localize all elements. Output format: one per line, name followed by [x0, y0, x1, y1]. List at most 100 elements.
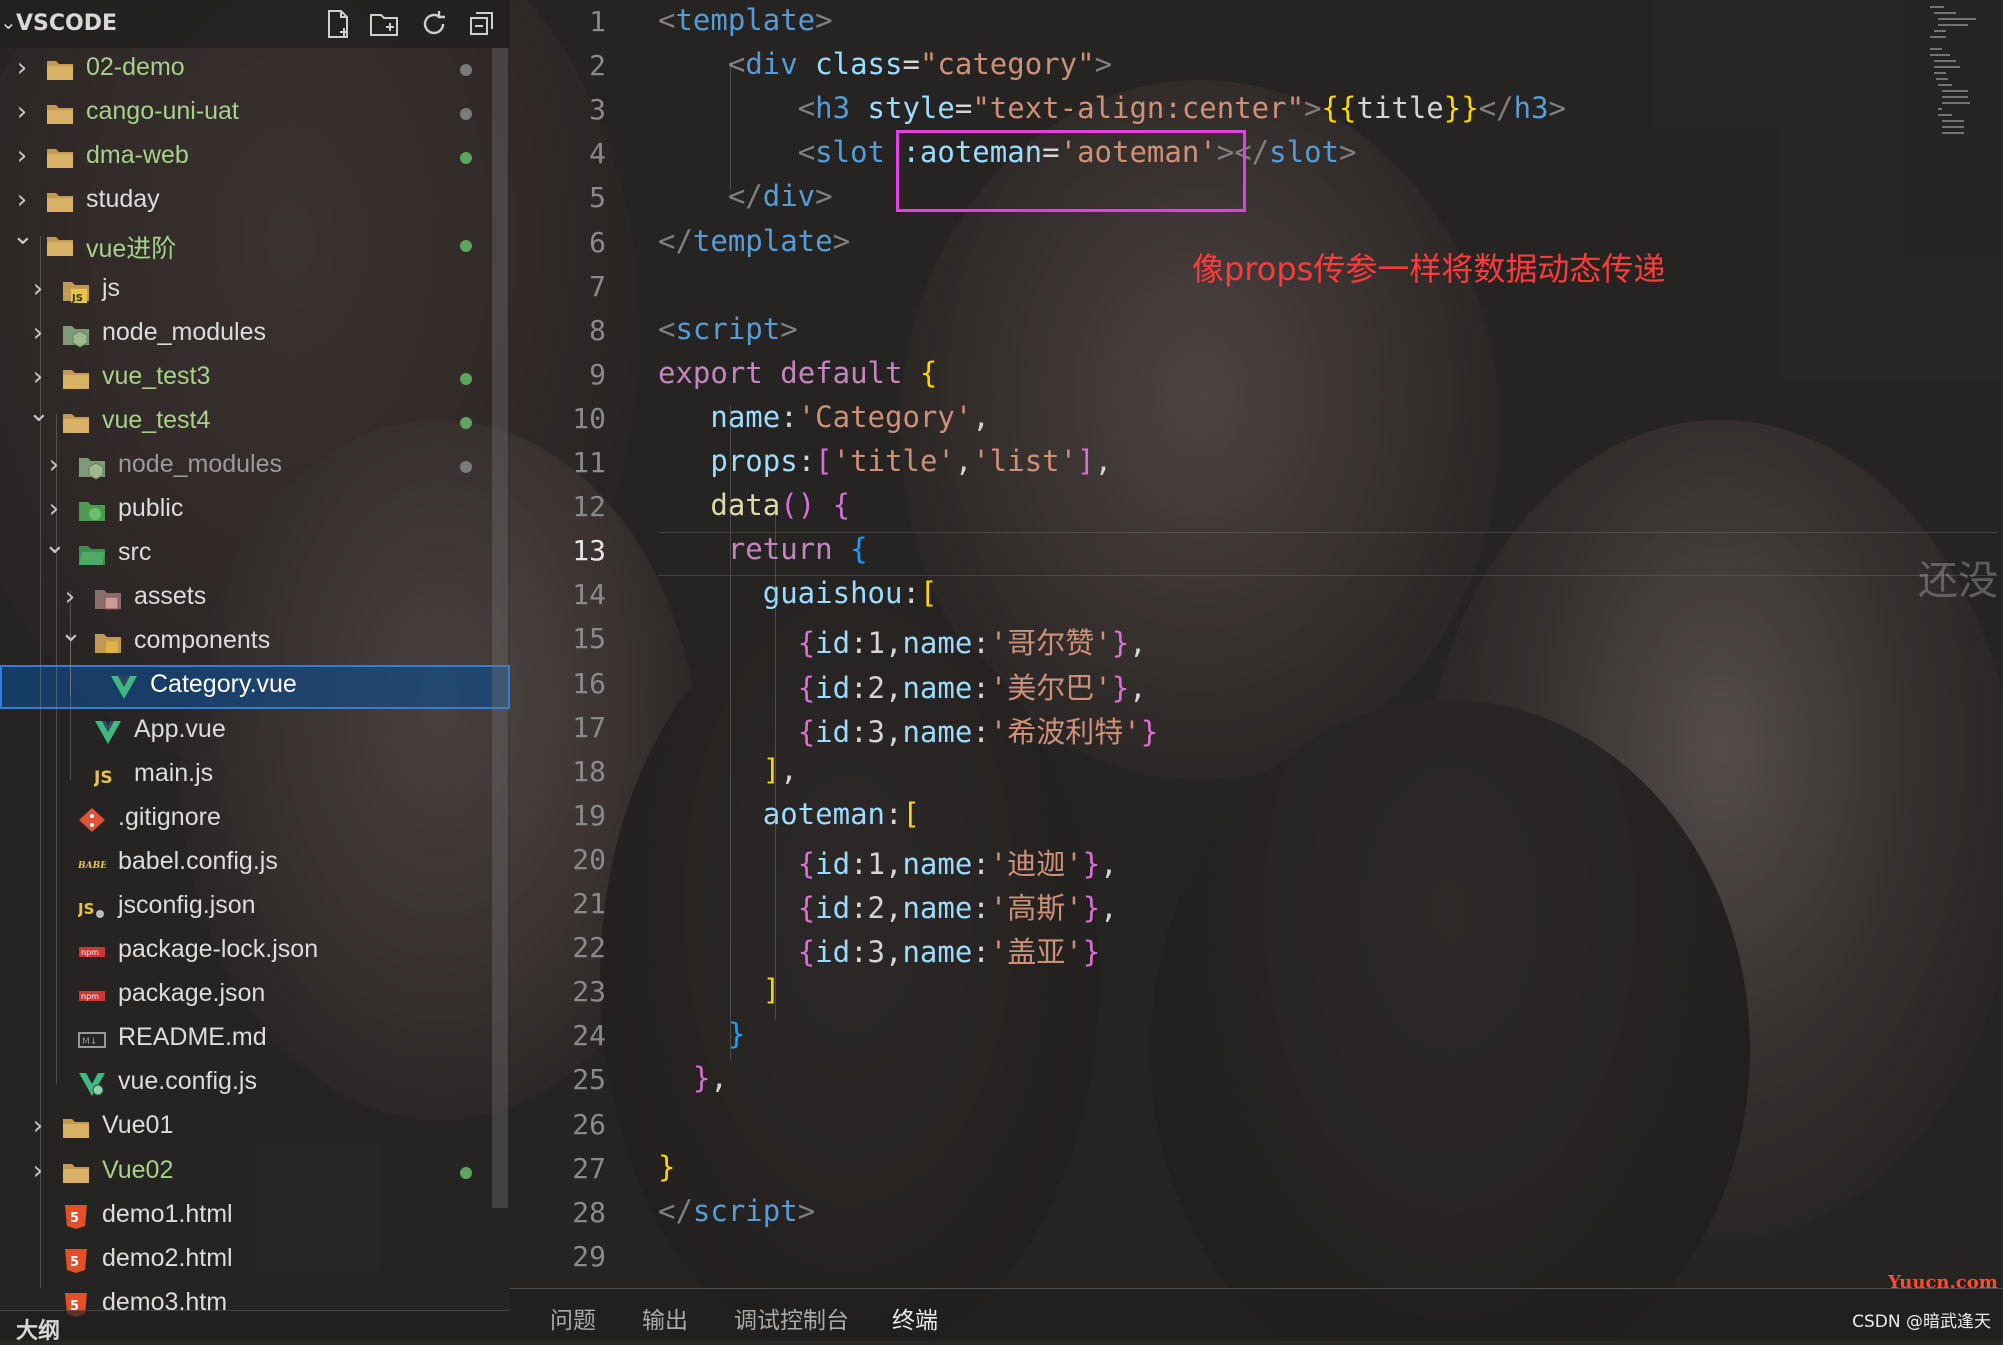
code-line[interactable]: <script> — [658, 312, 798, 346]
outline-section-header[interactable]: 大纲 — [0, 1310, 510, 1343]
tree-item[interactable]: ⌄ components — [0, 619, 510, 665]
chevron-right-icon[interactable]: › — [12, 54, 32, 82]
code-line[interactable]: ], — [658, 753, 798, 787]
tree-item[interactable]: JS jsconfig.json — [0, 886, 510, 930]
code-line[interactable]: name:'Category', — [658, 400, 989, 434]
code-line[interactable]: {id:3,name:'盖亚'} — [658, 929, 1100, 971]
tree-item[interactable]: › dma-web — [0, 136, 510, 180]
collapse-all-icon[interactable] — [466, 8, 498, 40]
code-line[interactable]: props:['title','list'], — [658, 444, 1112, 478]
tree-item[interactable]: › cango-uni-uat — [0, 92, 510, 136]
tree-item[interactable]: JS main.js — [0, 754, 510, 798]
code-line[interactable]: </template> — [658, 224, 850, 258]
tree-item-label: src — [118, 538, 152, 567]
code-token: , — [1129, 626, 1147, 661]
chevron-right-icon[interactable]: › — [28, 363, 48, 391]
chevron-right-icon[interactable]: › — [12, 98, 32, 126]
tree-item[interactable]: 5 demo1.html — [0, 1195, 510, 1239]
tree-item[interactable]: ⌄ vue_test4 — [0, 399, 510, 445]
code-line[interactable]: </div> — [658, 179, 833, 213]
tree-item[interactable]: › Vue02 — [0, 1151, 510, 1195]
code-token: data — [710, 488, 781, 523]
code-line[interactable]: data() { — [658, 488, 850, 522]
tab-output[interactable]: 输出 — [642, 1301, 688, 1335]
new-file-icon[interactable] — [322, 8, 354, 40]
tree-item[interactable]: › studay — [0, 180, 510, 224]
chevron-down-icon[interactable]: ⌄ — [28, 399, 50, 427]
tab-terminal[interactable]: 终端 — [892, 1301, 938, 1335]
chevron-down-icon[interactable]: ⌄ — [12, 222, 34, 250]
code-token: { — [919, 355, 938, 390]
tree-item-label: Category.vue — [150, 670, 297, 699]
code-token: :2, — [850, 891, 903, 925]
minimap[interactable] — [1930, 0, 2000, 150]
code-token: name — [902, 935, 973, 970]
refresh-icon[interactable] — [418, 8, 450, 40]
chevron-right-icon[interactable]: › — [28, 1112, 48, 1140]
chevron-right-icon[interactable]: › — [28, 319, 48, 347]
code-line[interactable]: } — [658, 1017, 745, 1051]
tree-item[interactable]: › node_modules — [0, 313, 510, 357]
code-line[interactable]: <h3 style="text-align:center">{{title}}<… — [658, 91, 1566, 125]
tree-item[interactable]: npm package-lock.json — [0, 930, 510, 974]
tree-item[interactable]: .gitignore — [0, 798, 510, 842]
code-line[interactable]: ] — [658, 973, 780, 1007]
code-line[interactable]: {id:1,name:'哥尔赞'}, — [658, 620, 1147, 662]
code-line[interactable]: </script> — [658, 1194, 815, 1228]
chevron-right-icon[interactable]: › — [44, 495, 64, 523]
chevron-right-icon[interactable]: › — [12, 186, 32, 214]
code-token: :3, — [850, 714, 903, 749]
tree-item[interactable]: ⌄ src — [0, 531, 510, 577]
tree-item[interactable]: › vue_test3 — [0, 357, 510, 401]
code-line[interactable]: {id:3,name:'希波利特'} — [658, 709, 1158, 751]
tree-item[interactable]: vue.config.js — [0, 1062, 510, 1106]
tab-debug-console[interactable]: 调试控制台 — [734, 1301, 849, 1335]
sidebar-scrollbar[interactable] — [492, 48, 508, 1208]
tree-item[interactable]: BABEL babel.config.js — [0, 842, 510, 886]
code-line[interactable]: aoteman:[ — [658, 797, 920, 831]
code-token: : — [884, 796, 903, 831]
git-status-dot — [460, 108, 472, 121]
code-editor[interactable]: 1 2 3 4 5 6 7 8 9 10 11 12 13 14 15 16 17 18 19 20 21 22 23 24 2… — [510, 0, 2003, 1288]
code-token: :1, — [850, 846, 903, 881]
chevron-right-icon[interactable]: › — [12, 142, 32, 170]
git-status-dot — [460, 1166, 472, 1179]
tree-item[interactable]: App.vue — [0, 710, 510, 754]
code-line[interactable]: }, — [658, 1061, 728, 1095]
code-line[interactable]: {id:2,name:'美尔巴'}, — [658, 665, 1147, 707]
tree-item[interactable]: 5 demo2.html — [0, 1239, 510, 1283]
code-line[interactable]: guaishou:[ — [658, 576, 938, 610]
code-line[interactable]: <div class="category"> — [658, 47, 1112, 81]
tree-item[interactable]: › 02-demo — [0, 48, 510, 92]
code-token: id — [815, 670, 851, 705]
code-line[interactable]: <template> — [658, 3, 833, 37]
tree-item[interactable]: M↓ README.md — [0, 1018, 510, 1062]
code-line[interactable]: {id:2,name:'高斯'}, — [658, 885, 1118, 927]
html5-icon: 5 — [62, 1204, 90, 1230]
code-line[interactable]: return { — [658, 532, 868, 566]
new-folder-icon[interactable] — [368, 8, 400, 40]
tree-item[interactable]: › JS js — [0, 269, 510, 313]
tree-item[interactable]: › public — [0, 489, 510, 533]
code-line[interactable]: export default { — [658, 356, 937, 390]
line-number: 27 — [572, 1151, 606, 1185]
code-line[interactable]: } — [658, 1150, 675, 1184]
code-line[interactable]: {id:1,name:'迪迦'}, — [658, 841, 1118, 883]
tree-item[interactable]: ⌄ vue进阶 — [0, 222, 510, 268]
chevron-down-icon[interactable]: ⌄ — [0, 10, 17, 34]
svg-text:npm: npm — [81, 948, 99, 957]
chevron-right-icon[interactable]: › — [28, 275, 48, 303]
chevron-down-icon[interactable]: ⌄ — [44, 531, 66, 559]
chevron-right-icon[interactable]: › — [28, 1157, 48, 1185]
tree-item[interactable]: › node_modules — [0, 445, 510, 489]
tree-item[interactable]: › assets — [0, 577, 510, 621]
tab-problems[interactable]: 问题 — [550, 1301, 596, 1335]
tree-item[interactable]: Category.vue — [0, 665, 510, 710]
chevron-right-icon[interactable]: › — [44, 451, 64, 479]
tree-item[interactable]: › Vue01 — [0, 1106, 510, 1150]
tree-item[interactable]: npm package.json — [0, 974, 510, 1018]
